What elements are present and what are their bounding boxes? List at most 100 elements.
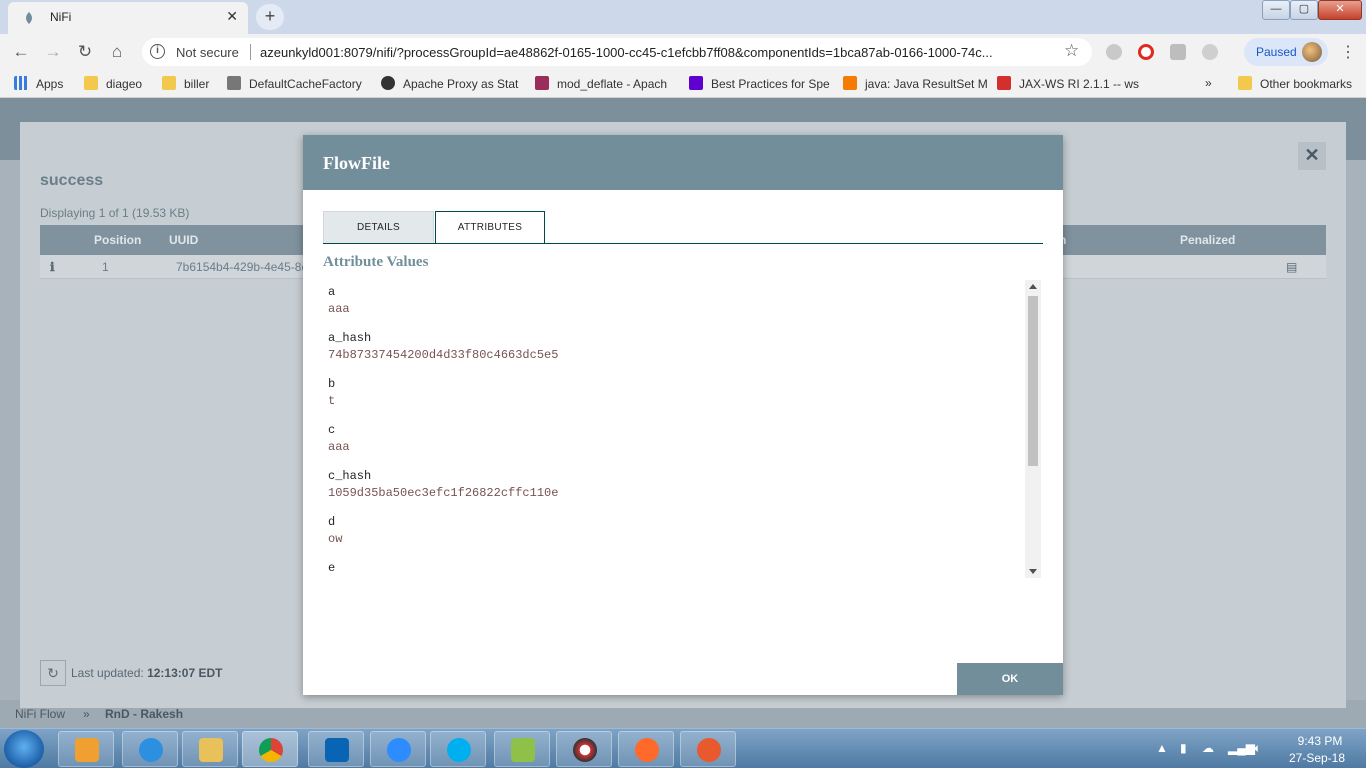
dialog-title: FlowFile <box>323 153 390 173</box>
opera-extension-icon[interactable] <box>1138 44 1154 60</box>
attribute-value: ow <box>328 532 343 546</box>
taskbar-sublime[interactable] <box>618 731 674 767</box>
device-icon[interactable]: ▮ <box>1180 741 1187 755</box>
bookmark-best-practices[interactable]: Best Practices for Spe <box>689 76 830 91</box>
info-icon[interactable]: i <box>150 44 165 59</box>
scroll-up-icon[interactable] <box>1029 284 1037 289</box>
attribute-item: b t <box>328 377 335 408</box>
bookmark-defaultcachefactory[interactable]: DefaultCacheFactory <box>227 76 362 91</box>
attribute-item: a_hash 74b87337454200d4d33f80c4663dc5e5 <box>328 331 558 362</box>
bookmark-apache-proxy[interactable]: Apache Proxy as Stat <box>381 76 518 91</box>
windows-taskbar: ▲ ▮ ☁ ▂▄▆ 🔈︎ 9:43 PM 27-Sep-18 <box>0 728 1366 768</box>
last-updated-value: 12:13:07 EDT <box>147 666 223 680</box>
bookmark-star-icon[interactable]: ☆ <box>1064 41 1079 61</box>
apps-grid-icon <box>14 76 28 90</box>
scrollbar-thumb[interactable] <box>1028 296 1038 466</box>
tab-close-icon[interactable]: ✕ <box>226 8 238 25</box>
bookmark-other[interactable]: Other bookmarks <box>1238 76 1352 91</box>
attribute-scrollbar[interactable] <box>1025 280 1041 578</box>
onedrive-icon[interactable]: ☁ <box>1202 741 1214 755</box>
bookmark-label: Apache Proxy as Stat <box>403 77 519 91</box>
bookmarks-overflow-icon[interactable]: » <box>1205 76 1212 90</box>
attribute-item: a aaa <box>328 285 350 316</box>
bookmark-label: Other bookmarks <box>1260 77 1353 91</box>
folder-icon <box>1238 76 1252 90</box>
skype-extension-icon[interactable] <box>1106 44 1122 60</box>
view-provenance-icon[interactable]: ▤ <box>1286 260 1297 274</box>
attribute-name: a <box>328 285 336 299</box>
browser-toolbar: ← → ↻ ⌂ i Not secure azeunkyld001:8079/n… <box>0 34 1366 70</box>
taskbar-skype[interactable] <box>430 731 486 767</box>
column-position[interactable]: Position <box>94 233 141 247</box>
home-icon[interactable]: ⌂ <box>106 41 128 63</box>
last-updated: Last updated: 12:13:07 EDT <box>71 666 222 680</box>
attribute-value: 1059d35ba50ec3efc1f26822cffc110e <box>328 486 559 500</box>
zoom-icon <box>387 738 411 762</box>
tab-details[interactable]: DETAILS <box>323 211 434 243</box>
attribute-item: c_hash 1059d35ba50ec3efc1f26822cffc110e <box>328 469 558 500</box>
queue-count: Displaying 1 of 1 (19.53 KB) <box>40 206 190 220</box>
url-text[interactable]: azeunkyld001:8079/nifi/?processGroupId=a… <box>260 45 1054 60</box>
taskbar-explorer[interactable] <box>182 731 238 767</box>
ok-button[interactable]: OK <box>957 663 1063 695</box>
bookmark-apps[interactable]: Apps <box>14 76 63 91</box>
taskbar-chrome[interactable] <box>242 731 298 767</box>
scroll-down-icon[interactable] <box>1029 569 1037 574</box>
forward-icon[interactable]: → <box>42 41 64 63</box>
bookmark-diageo[interactable]: diageo <box>84 76 142 91</box>
window-close-button[interactable]: ✕ <box>1318 0 1362 20</box>
start-button-icon[interactable] <box>4 730 44 768</box>
volume-icon[interactable]: 🔈︎ <box>1254 741 1261 756</box>
show-hidden-icons-icon[interactable]: ▲ <box>1156 741 1168 755</box>
new-tab-button[interactable]: + <box>256 4 284 30</box>
queue-title: success <box>40 172 104 189</box>
attribute-name: d <box>328 515 336 529</box>
folder-icon <box>162 76 176 90</box>
refresh-icon[interactable]: ↻ <box>40 660 66 686</box>
taskbar-outlook[interactable] <box>308 731 364 767</box>
media-player-icon <box>75 738 99 762</box>
app-icon <box>573 738 597 762</box>
taskbar-app[interactable] <box>556 731 612 767</box>
browser-menu-icon[interactable]: ⋮ <box>1340 42 1356 62</box>
column-uuid[interactable]: UUID <box>169 233 198 247</box>
reload-icon[interactable]: ↻ <box>74 41 96 63</box>
address-bar[interactable]: i Not secure azeunkyld001:8079/nifi/?pro… <box>142 38 1092 66</box>
site-icon <box>381 76 395 90</box>
browser-tab-nifi[interactable]: NiFi ✕ <box>8 2 248 34</box>
clock-time[interactable]: 9:43 PM <box>1290 734 1350 748</box>
taskbar-app-menu[interactable] <box>680 731 736 767</box>
bookmark-label: DefaultCacheFactory <box>249 77 362 91</box>
extension-circle-icon[interactable] <box>1202 44 1218 60</box>
extension-icon[interactable] <box>1170 44 1186 60</box>
taskbar-notepad[interactable] <box>494 731 550 767</box>
profile-paused-button[interactable]: Paused <box>1244 38 1328 66</box>
attribute-name: b <box>328 377 336 391</box>
back-icon[interactable]: ← <box>10 41 32 63</box>
tab-attributes[interactable]: ATTRIBUTES <box>435 211 545 244</box>
tab-title: NiFi <box>50 10 72 24</box>
column-penalized[interactable]: Penalized <box>1180 233 1235 247</box>
clock-date[interactable]: 27-Sep-18 <box>1282 751 1352 765</box>
close-icon[interactable]: ✕ <box>1298 142 1326 170</box>
attribute-value: t <box>328 394 336 408</box>
nifi-favicon-icon <box>26 12 32 24</box>
attribute-name: a_hash <box>328 331 372 345</box>
yahoo-icon <box>689 76 703 90</box>
info-icon[interactable]: ℹ <box>50 260 55 274</box>
bookmark-biller[interactable]: biller <box>162 76 209 91</box>
taskbar-zoom[interactable] <box>370 731 426 767</box>
window-minimize-button[interactable]: — <box>1262 0 1290 20</box>
bookmark-mod-deflate[interactable]: mod_deflate - Apach <box>535 76 667 91</box>
network-signal-icon[interactable]: ▂▄▆ <box>1228 741 1255 755</box>
bookmark-jax-ws[interactable]: JAX-WS RI 2.1.1 -- ws <box>997 76 1139 91</box>
taskbar-internet-explorer[interactable] <box>122 731 178 767</box>
breadcrumb-root[interactable]: NiFi Flow <box>15 707 65 721</box>
window-maximize-button[interactable]: ▢ <box>1290 0 1318 20</box>
attribute-value: aaa <box>328 440 350 454</box>
taskbar-media-player[interactable] <box>58 731 114 767</box>
breadcrumb-current: RnD - Rakesh <box>105 707 184 721</box>
bookmark-java-resultset[interactable]: java: Java ResultSet M <box>843 76 988 91</box>
attribute-list[interactable]: a aaa a_hash 74b87337454200d4d33f80c4663… <box>323 280 1043 578</box>
security-indicator[interactable]: Not secure <box>176 45 239 60</box>
